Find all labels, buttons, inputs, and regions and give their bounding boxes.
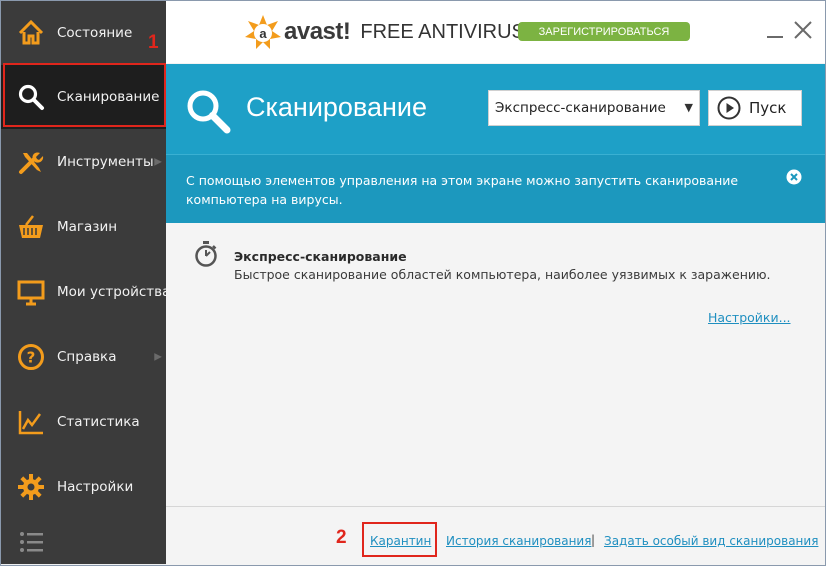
home-icon [18,19,44,45]
product-name: FREE ANTIVIRUS [360,20,525,43]
scan-header: Сканирование Экспресс-сканирование ▼ Пус… [166,64,825,154]
annotation-number-2: 2 [336,527,347,548]
chevron-right-icon: ▶ [154,156,162,168]
footer-links: 2 Карантин История сканирования | Задать… [166,506,825,565]
menu-list-icon[interactable] [19,529,45,555]
sidebar-item-label: Настройки [57,479,134,495]
sidebar-item-label: Магазин [57,219,118,235]
chevron-right-icon: ▶ [154,351,162,363]
help-icon: ? [18,344,44,370]
avast-logo: a avast! FREE ANTIVIRUS [244,13,525,51]
search-icon [187,90,231,134]
sidebar-item-label: Состояние [57,25,133,41]
sidebar-item-label: Мои устройства [57,284,171,300]
svg-text:?: ? [27,349,36,367]
avast-logo-icon: a [245,15,281,49]
custom-scan-link[interactable]: Задать особый вид сканирования [604,534,818,548]
tools-icon [19,152,44,174]
svg-text:a: a [259,26,267,41]
page-title: Сканирование [246,92,428,122]
title-bar: a avast! FREE ANTIVIRUS ЗАРЕГИСТРИРОВАТЬ… [166,1,825,63]
chart-icon [18,411,43,435]
sidebar: Состояние Сканирование Инструменты ▶ Маг… [1,1,170,564]
stopwatch-icon [195,241,217,267]
sidebar-item-store[interactable]: Магазин [1,195,166,259]
main-panel: a avast! FREE ANTIVIRUS ЗАРЕГИСТРИРОВАТЬ… [166,1,825,565]
sidebar-item-status[interactable]: Состояние [1,1,166,65]
start-scan-label: Пуск [749,99,787,117]
search-icon [18,84,44,110]
chevron-down-icon: ▼ [684,101,693,114]
sidebar-item-scan[interactable]: Сканирование [1,65,166,129]
annotation-number-1: 1 [148,32,159,53]
scan-option-description: Быстрое сканирование областей компьютера… [234,267,771,282]
close-banner-icon[interactable] [786,169,802,185]
sidebar-item-label: Инструменты [57,154,154,170]
monitor-icon [17,280,45,306]
scan-content: Экспресс-сканирование Быстрое сканирован… [166,223,825,507]
info-text: С помощью элементов управления на этом э… [186,173,739,207]
register-button[interactable]: ЗАРЕГИСТРИРОВАТЬСЯ [518,22,690,41]
sidebar-item-tools[interactable]: Инструменты ▶ [1,130,166,194]
sidebar-item-statistics[interactable]: Статистика [1,390,166,454]
basket-icon [19,215,43,238]
minimize-icon[interactable] [764,19,786,41]
info-banner: С помощью элементов управления на этом э… [166,154,825,224]
gear-icon [18,474,44,500]
play-icon [717,96,741,120]
scan-type-value: Экспресс-сканирование [495,100,666,116]
close-icon[interactable] [792,19,814,41]
scan-history-link[interactable]: История сканирования [446,534,591,548]
sidebar-item-label: Сканирование [57,89,160,105]
scan-settings-link[interactable]: Настройки... [708,310,791,325]
start-scan-button[interactable]: Пуск [708,90,802,126]
sidebar-item-devices[interactable]: Мои устройства [1,260,170,324]
sidebar-item-settings[interactable]: Настройки [1,455,166,519]
sidebar-item-label: Справка [57,349,117,365]
quarantine-link[interactable]: Карантин [370,534,431,548]
sidebar-item-label: Статистика [57,414,140,430]
scan-option-title: Экспресс-сканирование [234,249,407,264]
link-separator: | [591,533,596,547]
brand-name: avast! [284,18,351,45]
scan-type-select[interactable]: Экспресс-сканирование ▼ [488,90,700,126]
sidebar-item-help[interactable]: ? Справка ▶ [1,325,166,389]
